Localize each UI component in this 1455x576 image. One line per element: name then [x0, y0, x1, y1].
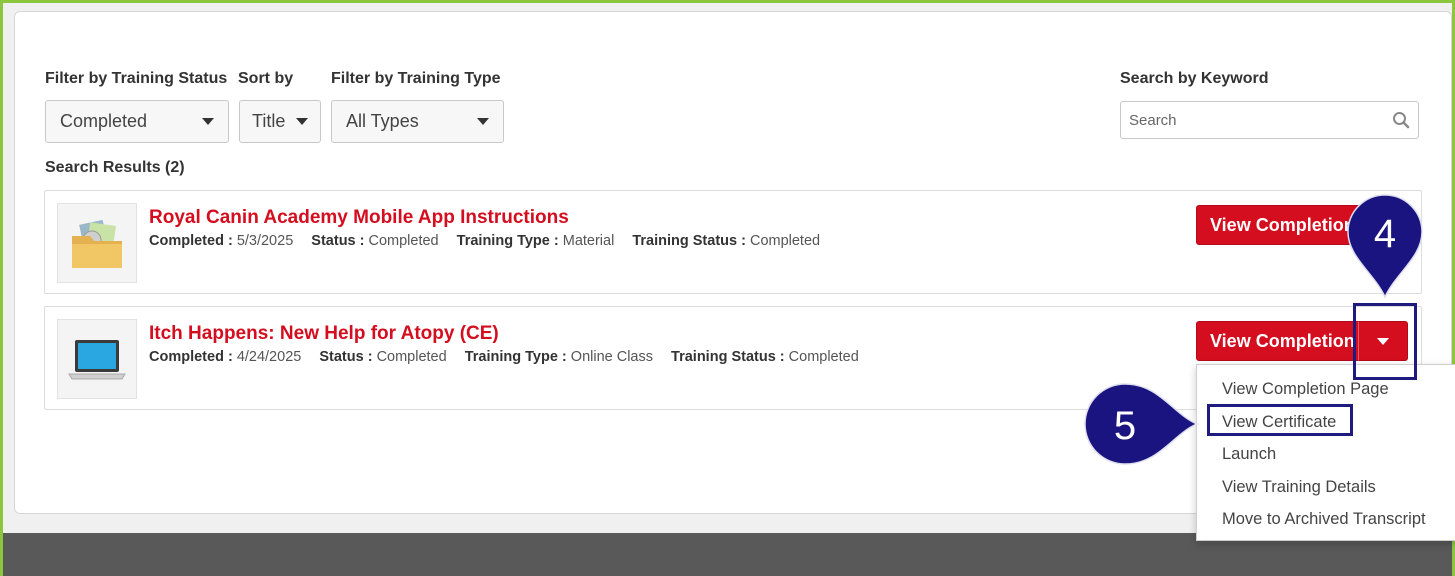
chevron-down-icon — [477, 118, 489, 125]
view-completion-label: View Completion Page — [1210, 330, 1358, 351]
search-placeholder: Search — [1129, 111, 1177, 129]
status-label: Status : — [311, 233, 365, 249]
sort-dropdown[interactable]: Title — [239, 100, 321, 143]
search-icon[interactable] — [1392, 111, 1410, 129]
highlight-dropdown-toggle — [1353, 303, 1417, 380]
result-meta: Completed : 4/24/2025 Status : Completed… — [149, 349, 859, 365]
menu-item-view-training-details[interactable]: View Training Details — [1222, 478, 1376, 497]
step-4-number: 4 — [1374, 212, 1396, 256]
type-filter-dropdown[interactable]: All Types — [331, 100, 504, 143]
step-5-marker-icon: 5 — [1084, 383, 1199, 465]
menu-item-launch[interactable]: Launch — [1222, 445, 1276, 464]
sort-label: Sort by — [238, 70, 294, 87]
sort-value: Title — [252, 111, 286, 131]
step-4-marker-icon: 4 — [1347, 194, 1423, 299]
completed-date: 4/24/2025 — [236, 349, 302, 365]
result-thumbnail — [57, 203, 137, 283]
filter-type-label: Filter by Training Type — [331, 70, 501, 87]
status-filter-value: Completed — [60, 111, 148, 131]
menu-item-view-completion-page[interactable]: View Completion Page — [1222, 380, 1389, 399]
status-value: Completed — [376, 349, 447, 365]
status-filter-dropdown[interactable]: Completed — [45, 100, 229, 143]
status-label: Status : — [319, 349, 373, 365]
highlight-view-certificate — [1207, 404, 1353, 436]
type-filter-value: All Types — [346, 111, 419, 131]
laptop-icon — [68, 340, 126, 380]
completed-date: 5/3/2025 — [236, 233, 294, 249]
training-type-value: Material — [562, 233, 615, 249]
view-completion-button[interactable]: View Completion Page — [1196, 321, 1359, 361]
actions-menu: View Completion Page View Certificate La… — [1196, 364, 1455, 541]
chevron-down-icon — [202, 118, 214, 125]
filter-status-label: Filter by Training Status — [45, 70, 228, 87]
training-type-value: Online Class — [570, 349, 653, 365]
result-thumbnail — [57, 319, 137, 399]
training-type-label: Training Type : — [456, 233, 559, 249]
training-status-label: Training Status : — [632, 233, 746, 249]
result-meta: Completed : 5/3/2025 Status : Completed … — [149, 233, 820, 249]
menu-item-move-to-archived[interactable]: Move to Archived Transcript — [1222, 510, 1426, 529]
completed-label: Completed : — [149, 349, 233, 365]
chevron-down-icon — [296, 118, 308, 125]
folder-icon — [72, 219, 122, 268]
result-title[interactable]: Itch Happens: New Help for Atopy (CE) — [149, 323, 499, 345]
training-type-label: Training Type : — [464, 349, 567, 365]
training-status-label: Training Status : — [671, 349, 785, 365]
completed-label: Completed : — [149, 233, 233, 249]
training-status-value: Completed — [788, 349, 859, 365]
step-5-number: 5 — [1114, 404, 1136, 448]
keyword-label: Search by Keyword — [1120, 70, 1269, 87]
status-value: Completed — [368, 233, 439, 249]
search-input[interactable]: Search — [1120, 101, 1419, 139]
result-title[interactable]: Royal Canin Academy Mobile App Instructi… — [149, 207, 569, 229]
training-status-value: Completed — [749, 233, 821, 249]
results-count: Search Results (2) — [45, 159, 185, 176]
